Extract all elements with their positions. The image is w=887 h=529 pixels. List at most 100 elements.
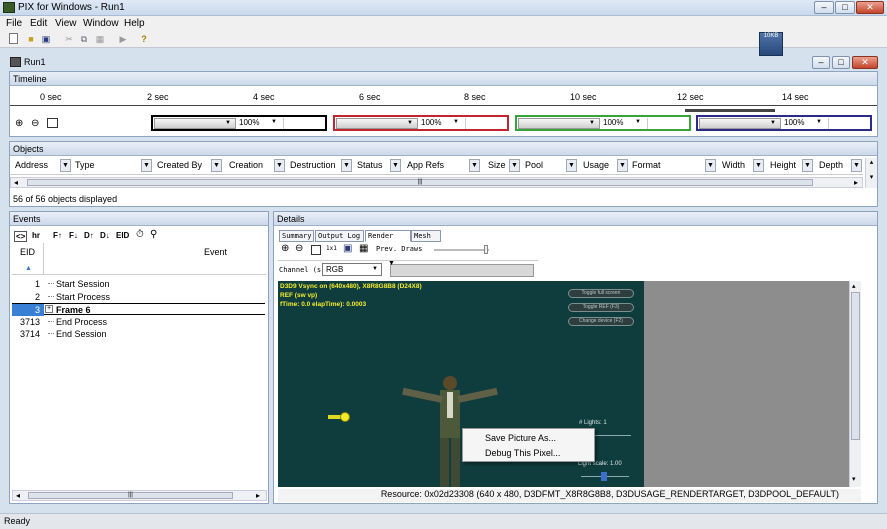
column-filter-dropdown[interactable]: ▼ [469,159,480,172]
paste-icon[interactable]: ▦ [94,33,106,45]
event-row[interactable]: 1 Start Session [12,278,265,290]
minimize-button[interactable]: – [814,1,834,14]
events-tool-4[interactable]: D↑ [84,231,94,240]
save-icon[interactable]: ▣ [40,33,52,45]
objects-column-destruction[interactable]: Destruction [290,160,336,170]
menu-edit[interactable]: Edit [30,18,47,29]
column-filter-dropdown[interactable]: ▼ [60,159,71,172]
track-extra-field[interactable] [828,118,868,129]
render-scroll-down[interactable]: ▾ [852,475,856,483]
track-combo[interactable]: ▼ [154,118,236,129]
column-filter-dropdown[interactable]: ▼ [753,159,764,172]
events-tool-2[interactable]: F↑ [53,231,62,240]
event-row[interactable]: 3713 End Process [12,316,265,328]
objects-column-usage[interactable]: Usage [583,160,609,170]
column-filter-dropdown[interactable]: ▼ [705,159,716,172]
timeline-track-2[interactable]: ▼ 100% ▼ [333,115,509,131]
light-scale-slider-thumb[interactable] [601,472,607,481]
objects-column-width[interactable]: Width [722,160,745,170]
render-vscroll-thumb[interactable] [851,292,860,440]
details-save-icon[interactable]: ▣ [343,243,352,254]
search-icon[interactable]: ⚲ [150,229,157,240]
objects-column-created-by[interactable]: Created By [157,160,202,170]
event-row[interactable]: 3714 End Session [12,328,265,340]
range-marker-icon[interactable]: ▼ [388,260,395,267]
scroll-right-arrow[interactable]: ▸ [854,178,858,187]
track-combo[interactable]: ▼ [518,118,600,129]
copy-icon[interactable]: ⧉ [78,33,90,45]
objects-column-app-refs[interactable]: App Refs [407,160,444,170]
objects-column-height[interactable]: Height [770,160,796,170]
channel-select[interactable]: RGB ▼ [322,263,382,276]
menu-window[interactable]: Window [83,18,119,29]
column-filter-dropdown[interactable]: ▼ [509,159,520,172]
help-icon[interactable]: ? [138,33,150,45]
objects-hscrollbar[interactable]: ◂ ||| ▸ [10,177,863,188]
objects-column-size[interactable]: Size [488,160,506,170]
details-zoom-in-icon[interactable]: ⊕ [281,243,289,254]
doc-minimize-button[interactable]: – [812,56,830,69]
render-vscrollbar[interactable]: ▴ ▾ [849,281,861,487]
zoom-in-icon[interactable]: ⊕ [15,118,23,129]
events-scroll-right[interactable]: ▸ [256,491,260,500]
expand-toggle[interactable]: + [45,305,53,313]
event-column-header[interactable]: Event [44,243,266,275]
scene-button[interactable]: Toggle full screen [568,289,634,298]
scene-button[interactable]: Change device (F2) [568,317,634,326]
objects-column-status[interactable]: Status [357,160,383,170]
track-zoom-select[interactable]: 100% ▼ [601,118,645,129]
column-filter-dropdown[interactable]: ▼ [390,159,401,172]
events-tool-1[interactable]: hr [32,231,40,240]
grid-icon[interactable]: ▦ [359,243,368,254]
objects-column-creation[interactable]: Creation [229,160,263,170]
save-picture-menu-item[interactable]: Save Picture As... [485,433,556,443]
fit-icon[interactable] [47,118,58,128]
column-filter-dropdown[interactable]: ▼ [851,159,862,172]
doc-close-button[interactable]: ✕ [852,56,878,69]
cut-icon[interactable]: ✂ [63,33,75,45]
track-combo[interactable]: ▼ [699,118,781,129]
run-icon[interactable]: ▶ [117,33,129,45]
events-tool-0[interactable]: <> [14,231,28,242]
tab-output-log[interactable]: Output Log [315,230,364,242]
scene-button[interactable]: Toggle REF (F3) [568,303,634,312]
events-hscrollbar[interactable]: ◂ ||| ▸ [12,490,267,501]
timeline-track-3[interactable]: ▼ 100% ▼ [515,115,691,131]
column-filter-dropdown[interactable]: ▼ [274,159,285,172]
prev-draws-slider[interactable] [434,245,489,254]
objects-vscrollbar[interactable]: ▴ ▾ [865,158,877,188]
tab-summary[interactable]: Summary [279,230,314,242]
events-scroll-left[interactable]: ◂ [16,491,20,500]
render-scroll-up[interactable]: ▴ [852,282,856,290]
track-zoom-select[interactable]: 100% ▼ [419,118,463,129]
zoom-out-icon[interactable]: ⊖ [31,118,39,129]
track-extra-field[interactable] [283,118,323,129]
light-scale-slider[interactable] [581,472,629,481]
details-zoom-out-icon[interactable]: ⊖ [295,243,303,254]
scroll-left-arrow[interactable]: ◂ [14,178,18,187]
timeline-track-1[interactable]: ▼ 100% ▼ [151,115,327,131]
prev-draws-slider-thumb[interactable] [484,245,488,254]
events-hscroll-thumb[interactable]: ||| [28,492,233,499]
objects-column-format[interactable]: Format [632,160,661,170]
objects-hscroll-thumb[interactable]: ||| [27,179,813,186]
menu-view[interactable]: View [55,18,77,29]
track-extra-field[interactable] [465,118,505,129]
event-row[interactable]: 2 Start Process [12,291,265,303]
track-zoom-select[interactable]: 100% ▼ [782,118,826,129]
doc-restore-button[interactable]: □ [832,56,850,69]
stopwatch-icon[interactable]: ⏱ [136,229,144,240]
tab-render[interactable]: Render [365,230,411,242]
timeline-ruler[interactable]: 0 sec 2 sec 4 sec 6 sec 8 sec 10 sec 12 sec 14 … [10,90,877,106]
actual-size-button[interactable]: 1x1 [326,245,337,252]
tab-mesh[interactable]: Mesh [411,230,441,242]
track-combo[interactable]: ▼ [336,118,418,129]
column-filter-dropdown[interactable]: ▼ [617,159,628,172]
timeline-track-4[interactable]: ▼ 100% ▼ [696,115,872,131]
menu-help[interactable]: Help [124,18,145,29]
close-button[interactable]: ✕ [856,1,884,14]
timeline-scroll-indicator[interactable] [685,109,775,112]
column-filter-dropdown[interactable]: ▼ [141,159,152,172]
menu-file[interactable]: File [6,18,22,29]
track-zoom-select[interactable]: 100% ▼ [237,118,281,129]
